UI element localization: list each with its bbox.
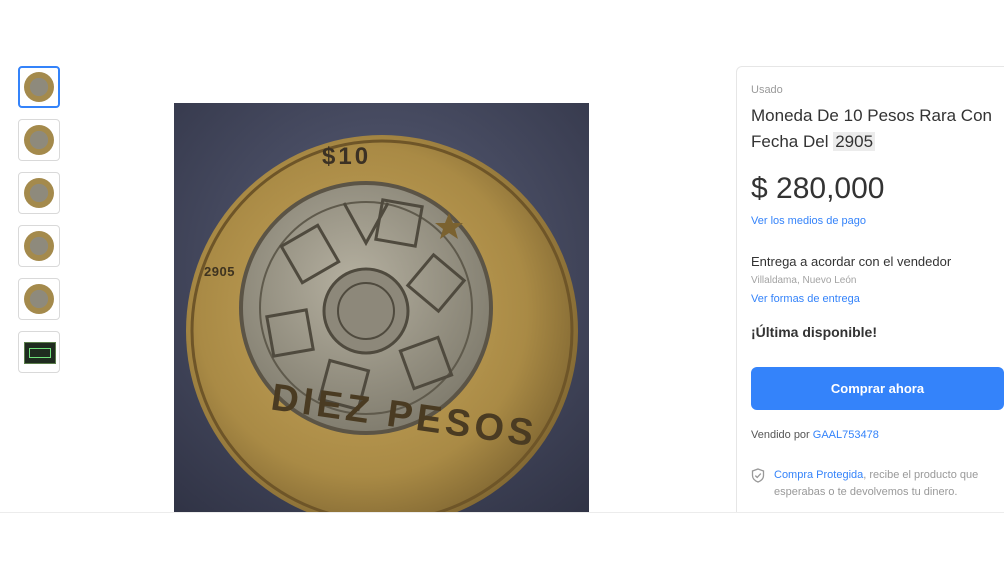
delivery-info: Entrega a acordar con el vendedor [751, 254, 952, 269]
coin-denomination-text: $10 [322, 143, 372, 170]
thumbnail-6[interactable] [18, 331, 60, 373]
seller-name-link[interactable]: GAAL753478 [813, 429, 879, 441]
thumbnail-2[interactable] [18, 119, 60, 161]
shield-check-icon [751, 468, 765, 483]
seller-info: Vendido por GAAL753478 [751, 429, 879, 441]
payment-methods-link[interactable]: Ver los medios de pago [751, 215, 866, 227]
thumbnail-1[interactable] [18, 66, 60, 108]
coin-thumbnail-image [24, 125, 54, 155]
condition-label: Usado [751, 84, 783, 96]
price-tag-thumbnail-image [24, 342, 56, 364]
coin-date-text: 2905 [204, 264, 235, 279]
title-highlight: 2905 [833, 132, 876, 151]
product-title: Moneda De 10 Pesos Rara Con Fecha Del 29… [751, 103, 996, 155]
thumbnail-3[interactable] [18, 172, 60, 214]
seller-location: Villaldama, Nuevo León [751, 275, 857, 286]
protected-purchase-link[interactable]: Compra Protegida [774, 469, 863, 481]
stock-status: ¡Última disponible! [751, 324, 877, 340]
thumbnail-5[interactable] [18, 278, 60, 320]
thumbnail-gallery [18, 66, 64, 384]
thumbnail-4[interactable] [18, 225, 60, 267]
coin-thumbnail-image [24, 178, 54, 208]
buy-now-button[interactable]: Comprar ahora [751, 367, 1004, 410]
price: $ 280,000 [751, 172, 885, 205]
shipping-options-link[interactable]: Ver formas de entrega [751, 293, 860, 305]
product-page: $10 2905 DIEZ PESOS Usado Moneda De 10 P… [0, 0, 1004, 526]
coin-thumbnail-image [24, 72, 54, 102]
seller-prefix: Vendido por [751, 429, 813, 441]
bottom-blank-area [0, 512, 1004, 566]
coin-thumbnail-image [24, 284, 54, 314]
coin-thumbnail-image [24, 231, 54, 261]
